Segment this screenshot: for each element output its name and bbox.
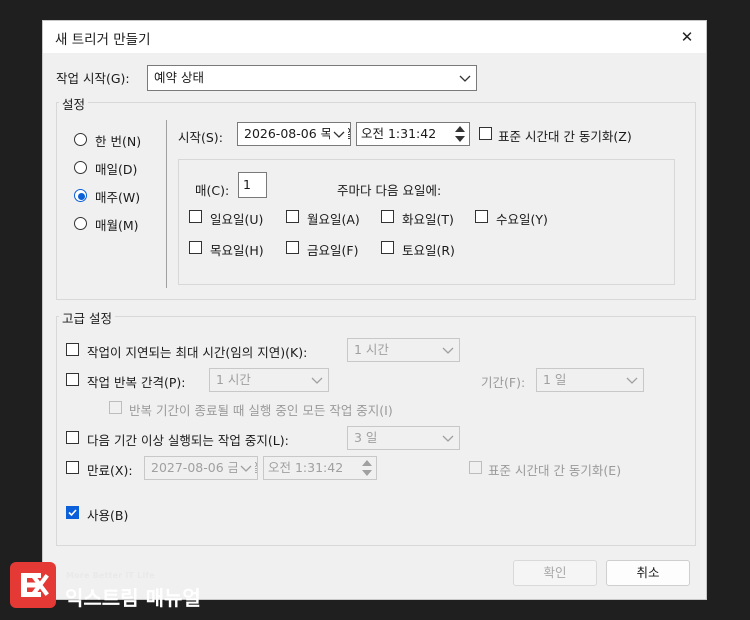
stop-all-checkbox[interactable] <box>109 401 122 414</box>
enabled-checkbox[interactable] <box>66 506 79 519</box>
thursday-checkbox[interactable] <box>189 241 202 254</box>
expire-checkbox[interactable] <box>66 461 79 474</box>
spinner-icon[interactable] <box>359 457 375 479</box>
sunday-checkbox[interactable] <box>189 210 202 223</box>
delay-value: 1 시간 <box>354 342 389 357</box>
start-time-field[interactable]: 오전 1:31:42 <box>356 122 470 146</box>
repeat-checkbox[interactable] <box>66 373 79 386</box>
ok-button[interactable]: 확인 <box>513 560 597 586</box>
expire-sync-label: 표준 시간대 간 동기화(E) <box>488 463 622 478</box>
expire-time-field[interactable]: 오전 1:31:42 <box>263 456 377 480</box>
radio-label: 매일(D) <box>95 162 138 177</box>
repeat-value: 1 시간 <box>216 372 251 387</box>
settings-divider <box>166 120 167 288</box>
weekdays-label: 주마다 다음 요일에: <box>337 183 442 198</box>
repeat-select[interactable]: 1 시간 <box>209 368 329 392</box>
begin-task-label: 작업 시작(G): <box>56 71 130 86</box>
recur-weeks-input[interactable]: 1 <box>238 172 267 198</box>
tuesday-label: 화요일(T) <box>402 212 454 227</box>
radio-circle-selected[interactable] <box>74 189 87 202</box>
duration-select[interactable]: 1 일 <box>536 368 644 392</box>
chevron-down-icon <box>330 123 348 145</box>
expire-date-picker[interactable]: 2027-08-06 금요일 <box>144 456 258 480</box>
recur-label: 매(C): <box>195 183 230 198</box>
start-date-picker[interactable]: 2026-08-06 목요일 <box>237 122 351 146</box>
new-trigger-dialog: 새 트리거 만들기 ✕ 작업 시작(G): 예약 상태 설정 한 번(N) 매일… <box>42 20 707 600</box>
start-label: 시작(S): <box>178 130 223 145</box>
cancel-button[interactable]: 취소 <box>606 560 690 586</box>
advanced-group-label: 고급 설정 <box>59 308 115 327</box>
repeat-label: 작업 반복 간격(P): <box>87 375 186 390</box>
stop-longer-value: 3 일 <box>354 430 378 445</box>
radio-dot <box>78 193 85 200</box>
radio-circle[interactable] <box>74 161 87 174</box>
delay-label: 작업이 지연되는 최대 시간(임의 지연)(K): <box>87 345 308 360</box>
monday-label: 월요일(A) <box>307 212 360 227</box>
delay-checkbox[interactable] <box>66 343 79 356</box>
sunday-label: 일요일(U) <box>210 212 264 227</box>
duration-label: 기간(F): <box>481 375 526 390</box>
chevron-down-icon <box>439 427 457 449</box>
chevron-down-icon <box>237 457 255 479</box>
friday-label: 금요일(F) <box>307 243 359 258</box>
expire-sync-checkbox[interactable] <box>469 461 482 474</box>
recur-weeks-value: 1 <box>243 177 251 192</box>
watermark-name: 익스트림 매뉴얼 <box>65 586 201 610</box>
window-title: 새 트리거 만들기 <box>55 32 151 48</box>
chevron-down-icon <box>308 369 326 391</box>
sync-timezone-label: 표준 시간대 간 동기화(Z) <box>498 129 632 144</box>
close-icon[interactable]: ✕ <box>675 25 699 49</box>
saturday-checkbox[interactable] <box>381 241 394 254</box>
radio-circle[interactable] <box>74 133 87 146</box>
enabled-label: 사용(B) <box>87 508 129 523</box>
wednesday-checkbox[interactable] <box>475 210 488 223</box>
checkmark-icon <box>68 509 77 517</box>
sync-timezone-checkbox[interactable] <box>479 127 492 140</box>
chevron-down-icon <box>456 66 474 90</box>
saturday-label: 토요일(R) <box>402 243 455 258</box>
spinner-icon[interactable] <box>452 123 468 145</box>
begin-task-value: 예약 상태 <box>154 70 204 85</box>
friday-checkbox[interactable] <box>286 241 299 254</box>
tuesday-checkbox[interactable] <box>381 210 394 223</box>
radio-label: 매주(W) <box>95 190 141 205</box>
settings-group-label: 설정 <box>59 94 89 113</box>
expire-label: 만료(X): <box>87 463 133 478</box>
wednesday-label: 수요일(Y) <box>496 212 548 227</box>
duration-value: 1 일 <box>543 372 567 387</box>
monday-checkbox[interactable] <box>286 210 299 223</box>
stop-longer-label: 다음 기간 이상 실행되는 작업 중지(L): <box>87 433 289 448</box>
expire-time-value: 오전 1:31:42 <box>268 460 344 475</box>
chevron-down-icon <box>623 369 641 391</box>
start-time-value: 오전 1:31:42 <box>361 126 437 141</box>
radio-label: 한 번(N) <box>95 134 142 149</box>
radio-label: 매월(M) <box>95 218 139 233</box>
thursday-label: 목요일(H) <box>210 243 264 258</box>
stop-all-label: 반복 기간이 종료될 때 실행 중인 모든 작업 중지(I) <box>129 403 393 418</box>
stop-longer-select[interactable]: 3 일 <box>347 426 460 450</box>
x-logo-icon <box>21 573 49 597</box>
watermark-logo <box>10 562 56 608</box>
delay-select[interactable]: 1 시간 <box>347 338 460 362</box>
watermark-tagline: More Better IT Life <box>66 571 155 580</box>
chevron-down-icon <box>439 339 457 361</box>
begin-task-select[interactable]: 예약 상태 <box>147 65 477 91</box>
stop-longer-checkbox[interactable] <box>66 431 79 444</box>
radio-circle[interactable] <box>74 217 87 230</box>
title-bar: 새 트리거 만들기 ✕ <box>43 21 706 53</box>
